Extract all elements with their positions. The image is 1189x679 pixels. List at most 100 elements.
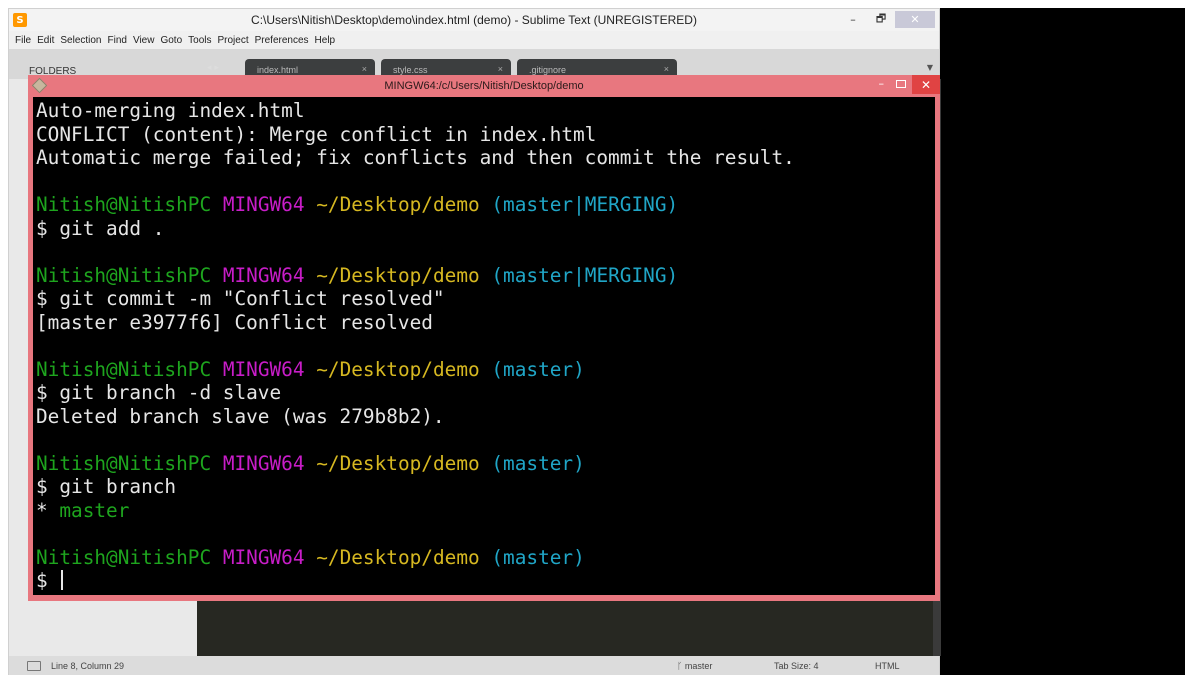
terminal-title: MINGW64:/c/Users/Nitish/Desktop/demo bbox=[384, 80, 584, 92]
terminal-text: $ git add . bbox=[36, 216, 165, 240]
terminal-text: [master e3977f6] Conflict resolved bbox=[36, 310, 433, 334]
panel-toggle-icon[interactable] bbox=[27, 661, 41, 671]
menu-edit[interactable]: Edit bbox=[37, 35, 54, 46]
terminal-text: ~/Desktop/demo bbox=[316, 451, 480, 475]
terminal-line: [master e3977f6] Conflict resolved bbox=[36, 311, 932, 335]
menu-preferences[interactable]: Preferences bbox=[255, 35, 309, 46]
menu-find[interactable]: Find bbox=[108, 35, 127, 46]
terminal-line: $ git commit -m "Conflict resolved" bbox=[36, 287, 932, 311]
text-cursor bbox=[61, 570, 64, 590]
close-button[interactable]: ✕ bbox=[895, 11, 935, 28]
terminal-text: MINGW64 bbox=[222, 545, 305, 569]
status-tab-size[interactable]: Tab Size: 4 bbox=[774, 661, 819, 671]
terminal-title-bar: MINGW64:/c/Users/Nitish/Desktop/demo – ✕ bbox=[28, 75, 940, 97]
terminal-text: * bbox=[36, 498, 60, 522]
terminal-text: ~/Desktop/demo bbox=[316, 263, 480, 287]
terminal-text: Auto-merging index.html bbox=[36, 99, 305, 122]
terminal-maximize-button[interactable] bbox=[896, 80, 906, 88]
restore-button[interactable]: 🗗 bbox=[867, 11, 895, 28]
tab-dropdown-icon[interactable]: ▼ bbox=[927, 63, 933, 72]
terminal-line: $ git branch bbox=[36, 475, 932, 499]
terminal-text: master bbox=[59, 498, 130, 522]
terminal-minimize-button[interactable]: – bbox=[879, 77, 885, 90]
tab-nav-arrows[interactable]: ◂ ▸ bbox=[207, 63, 219, 73]
terminal-text: ~/Desktop/demo bbox=[316, 193, 480, 216]
terminal-text: (master|MERGING) bbox=[491, 263, 679, 287]
terminal-output[interactable]: Auto-merging index.html CONFLICT (content… bbox=[33, 97, 935, 595]
terminal-text: Nitish@NitishPC bbox=[36, 263, 212, 287]
tab-close-icon[interactable]: × bbox=[664, 64, 669, 74]
menu-view[interactable]: View bbox=[133, 35, 155, 46]
menu-tools[interactable]: Tools bbox=[188, 35, 211, 46]
terminal-text: Nitish@NitishPC bbox=[36, 357, 212, 381]
menu-goto[interactable]: Goto bbox=[160, 35, 182, 46]
sublime-title-bar: S C:\Users\Nitish\Desktop\demo\index.htm… bbox=[9, 9, 939, 31]
terminal-text: $ git commit -m "Conflict resolved" bbox=[36, 287, 445, 310]
terminal-line: CONFLICT (content): Merge conflict in in… bbox=[36, 123, 932, 147]
menu-bar: File Edit Selection Find View Goto Tools… bbox=[9, 31, 939, 49]
menu-file[interactable]: File bbox=[15, 35, 31, 46]
minimize-button[interactable]: – bbox=[839, 11, 867, 28]
status-git-branch[interactable]: ᚴ master bbox=[677, 661, 712, 671]
menu-help[interactable]: Help bbox=[315, 35, 336, 46]
terminal-lines: Auto-merging index.html CONFLICT (content… bbox=[36, 99, 932, 569]
terminal-text: (master) bbox=[491, 357, 585, 381]
terminal-window: MINGW64:/c/Users/Nitish/Desktop/demo – ✕… bbox=[28, 75, 940, 601]
terminal-text: Deleted branch slave (was 279b8b2). bbox=[36, 404, 445, 428]
terminal-text: (master|MERGING) bbox=[491, 193, 679, 216]
terminal-text: MINGW64 bbox=[222, 263, 305, 287]
terminal-text: (master) bbox=[491, 545, 585, 569]
terminal-text: ~/Desktop/demo bbox=[316, 545, 480, 569]
status-syntax[interactable]: HTML bbox=[875, 661, 900, 671]
terminal-line: $ git add . bbox=[36, 217, 932, 241]
terminal-line: Nitish@NitishPC MINGW64 ~/Desktop/demo (… bbox=[36, 452, 932, 476]
prompt-symbol: $ bbox=[36, 569, 60, 592]
terminal-line: Nitish@NitishPC MINGW64 ~/Desktop/demo (… bbox=[36, 358, 932, 382]
tab-label: index.html bbox=[257, 65, 299, 75]
terminal-text: MINGW64 bbox=[222, 451, 305, 475]
status-cursor-position: Line 8, Column 29 bbox=[51, 661, 125, 671]
sublime-window-controls: – 🗗 ✕ bbox=[839, 11, 935, 28]
terminal-line: $ git branch -d slave bbox=[36, 381, 932, 405]
sublime-window-title: C:\Users\Nitish\Desktop\demo\index.html … bbox=[251, 13, 697, 27]
terminal-line: Nitish@NitishPC MINGW64 ~/Desktop/demo (… bbox=[36, 193, 932, 217]
terminal-line: Deleted branch slave (was 279b8b2). bbox=[36, 405, 932, 429]
terminal-text: (master) bbox=[491, 451, 585, 475]
menu-selection[interactable]: Selection bbox=[60, 35, 101, 46]
terminal-close-button[interactable]: ✕ bbox=[912, 75, 940, 94]
terminal-line: Automatic merge failed; fix conflicts an… bbox=[36, 146, 932, 170]
tab-label: style.css bbox=[393, 65, 428, 75]
tab-close-icon[interactable]: × bbox=[362, 64, 367, 74]
tab-close-icon[interactable]: × bbox=[498, 64, 503, 74]
video-frame: S C:\Users\Nitish\Desktop\demo\index.htm… bbox=[8, 8, 1185, 675]
terminal-text: ~/Desktop/demo bbox=[316, 357, 480, 381]
terminal-line: Auto-merging index.html bbox=[36, 99, 932, 123]
terminal-text: MINGW64 bbox=[222, 193, 305, 216]
terminal-text: $ git branch bbox=[36, 475, 177, 498]
terminal-text: MINGW64 bbox=[222, 357, 305, 381]
terminal-line: Nitish@NitishPC MINGW64 ~/Desktop/demo (… bbox=[36, 546, 932, 570]
terminal-prompt-line[interactable]: $ bbox=[36, 569, 932, 593]
terminal-text: $ git branch -d slave bbox=[36, 381, 282, 404]
terminal-text: Nitish@NitishPC bbox=[36, 193, 212, 216]
menu-project[interactable]: Project bbox=[218, 35, 249, 46]
